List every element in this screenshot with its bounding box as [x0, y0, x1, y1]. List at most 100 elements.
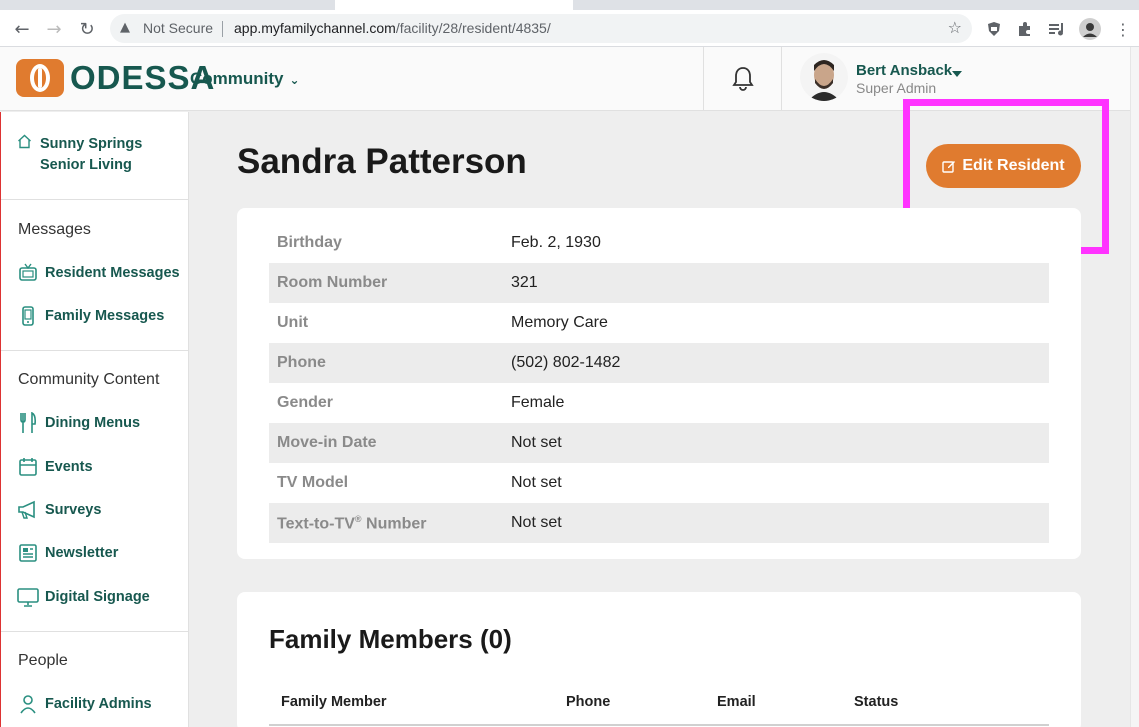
- resident-details-card: Birthday Feb. 2, 1930 Room Number 321 Un…: [237, 208, 1081, 559]
- sidebar-item-family-messages[interactable]: Family Messages: [17, 305, 164, 327]
- chevron-down-icon: ⌄: [289, 73, 300, 87]
- logo-bar: [38, 68, 42, 88]
- sidebar-item-newsletter[interactable]: Newsletter: [17, 542, 118, 564]
- facility-name: Sunny Springs Senior Living: [40, 136, 143, 173]
- sidebar-divider: [1, 350, 189, 351]
- family-members-title: Family Members (0): [269, 624, 512, 654]
- detail-row-gender: Gender Female: [269, 383, 1049, 423]
- phone-icon: [17, 305, 39, 327]
- profile-avatar-icon[interactable]: [1079, 18, 1101, 40]
- detail-row-move-in-date: Move-in Date Not set: [269, 423, 1049, 463]
- media-queue-icon[interactable]: [1046, 18, 1068, 40]
- column-header-status[interactable]: Status: [854, 694, 898, 710]
- url-path: /facility/28/resident/4835/: [395, 20, 551, 36]
- detail-key: TV Model: [277, 474, 349, 491]
- community-dropdown[interactable]: Community ⌄: [190, 69, 300, 89]
- sidebar-item-facility-admins[interactable]: Facility Admins: [17, 693, 152, 715]
- puzzle-extension-icon[interactable]: [1014, 18, 1036, 40]
- detail-value: Not set: [511, 474, 562, 491]
- address-bar[interactable]: ▲ Not Secure app.myfamilychannel.com/fac…: [110, 14, 972, 43]
- detail-key-suffix: Number: [361, 515, 427, 533]
- sidebar-item-surveys[interactable]: Surveys: [17, 499, 101, 521]
- detail-row-text-to-tv-number: Text-to-TV® Number Not set: [269, 503, 1049, 543]
- detail-row-phone: Phone (502) 802-1482: [269, 343, 1049, 383]
- sidebar-divider: [1, 199, 189, 200]
- bell-icon: [731, 66, 754, 91]
- detail-row-unit: Unit Memory Care: [269, 303, 1049, 343]
- sidebar-item-label: Newsletter: [45, 545, 119, 561]
- column-header-email[interactable]: Email: [717, 694, 756, 710]
- detail-row-room-number: Room Number 321: [269, 263, 1049, 303]
- detail-value: Feb. 2, 1930: [511, 234, 601, 251]
- calendar-icon: [17, 456, 39, 478]
- detail-value: Not set: [511, 514, 562, 531]
- user-name[interactable]: Bert Ansback: [856, 62, 952, 79]
- detail-key: Birthday: [277, 234, 342, 251]
- sidebar-divider: [1, 631, 189, 632]
- shield-extension-icon[interactable]: [983, 18, 1005, 40]
- sidebar-item-label: Facility Admins: [45, 696, 152, 712]
- detail-row-tv-model: TV Model Not set: [269, 463, 1049, 503]
- browser-tab-strip: [0, 0, 1139, 10]
- back-icon[interactable]: ←: [11, 18, 33, 40]
- sidebar-item-label: Events: [45, 459, 93, 475]
- forward-icon[interactable]: →: [43, 18, 65, 40]
- browser-toolbar: ← → ↻ ▲ Not Secure app.myfamilychannel.c…: [0, 10, 1139, 47]
- utensils-icon: [17, 412, 39, 434]
- detail-value: (502) 802-1482: [511, 354, 621, 371]
- browser-active-tab[interactable]: [335, 0, 573, 10]
- family-members-card: Family Members (0) Family Member Phone E…: [237, 592, 1081, 727]
- sidebar-heading-community-content: Community Content: [18, 371, 160, 388]
- tv-icon: [17, 262, 39, 284]
- security-label: Not Secure: [143, 20, 214, 36]
- sidebar: Sunny Springs Senior Living Messages Res…: [0, 112, 189, 727]
- sidebar-item-events[interactable]: Events: [17, 456, 93, 478]
- detail-key: Phone: [277, 354, 326, 371]
- detail-value: 321: [511, 274, 538, 291]
- user-menu-caret-icon[interactable]: [952, 71, 962, 77]
- detail-row-birthday: Birthday Feb. 2, 1930: [269, 223, 1049, 263]
- sidebar-item-label: Family Messages: [45, 308, 165, 324]
- sidebar-item-dining-menus[interactable]: Dining Menus: [17, 412, 140, 434]
- sidebar-item-digital-signage[interactable]: Digital Signage: [17, 586, 150, 608]
- detail-key: Move-in Date: [277, 434, 377, 451]
- user-avatar[interactable]: [800, 53, 848, 101]
- sidebar-item-label: Resident Messages: [45, 265, 180, 281]
- address-separator: [222, 21, 223, 37]
- detail-key: Unit: [277, 314, 309, 331]
- user-role: Super Admin: [856, 80, 937, 96]
- browser-menu-icon[interactable]: ⋮: [1112, 18, 1134, 40]
- sidebar-item-label: Digital Signage: [45, 589, 150, 605]
- sidebar-item-resident-messages[interactable]: Resident Messages: [17, 262, 180, 284]
- monitor-icon: [17, 586, 39, 608]
- sidebar-item-label: Dining Menus: [45, 415, 141, 431]
- bookmark-star-icon[interactable]: ☆: [948, 18, 962, 37]
- person-icon: [17, 693, 39, 715]
- sidebar-heading-messages: Messages: [18, 221, 91, 238]
- detail-value: Not set: [511, 434, 562, 451]
- odessa-logo-icon[interactable]: [16, 59, 64, 97]
- detail-key: Room Number: [277, 274, 388, 291]
- registered-mark: ®: [354, 514, 362, 524]
- detail-value: Memory Care: [511, 314, 608, 331]
- community-label: Community: [190, 69, 284, 88]
- reload-icon[interactable]: ↻: [76, 18, 98, 40]
- page-title: Sandra Patterson: [237, 142, 527, 181]
- newspaper-icon: [17, 542, 39, 564]
- url-host: app.myfamilychannel.com: [234, 20, 396, 36]
- table-header-divider: [269, 724, 1049, 726]
- sidebar-heading-people: People: [18, 652, 68, 669]
- home-icon: [17, 134, 32, 153]
- detail-key: Gender: [277, 394, 334, 411]
- url-text[interactable]: app.myfamilychannel.com/facility/28/resi…: [234, 20, 551, 36]
- notifications-button[interactable]: [703, 47, 782, 110]
- megaphone-icon: [17, 499, 39, 521]
- detail-key-main: Text-to-TV: [277, 515, 355, 533]
- column-header-phone[interactable]: Phone: [566, 694, 610, 710]
- detail-value: Female: [511, 394, 565, 411]
- warning-icon: ▲: [120, 20, 130, 35]
- sidebar-item-label: Surveys: [45, 502, 102, 518]
- page-scrollbar[interactable]: [1130, 47, 1139, 727]
- detail-key: Text-to-TV® Number: [277, 514, 426, 533]
- column-header-family-member[interactable]: Family Member: [281, 694, 387, 710]
